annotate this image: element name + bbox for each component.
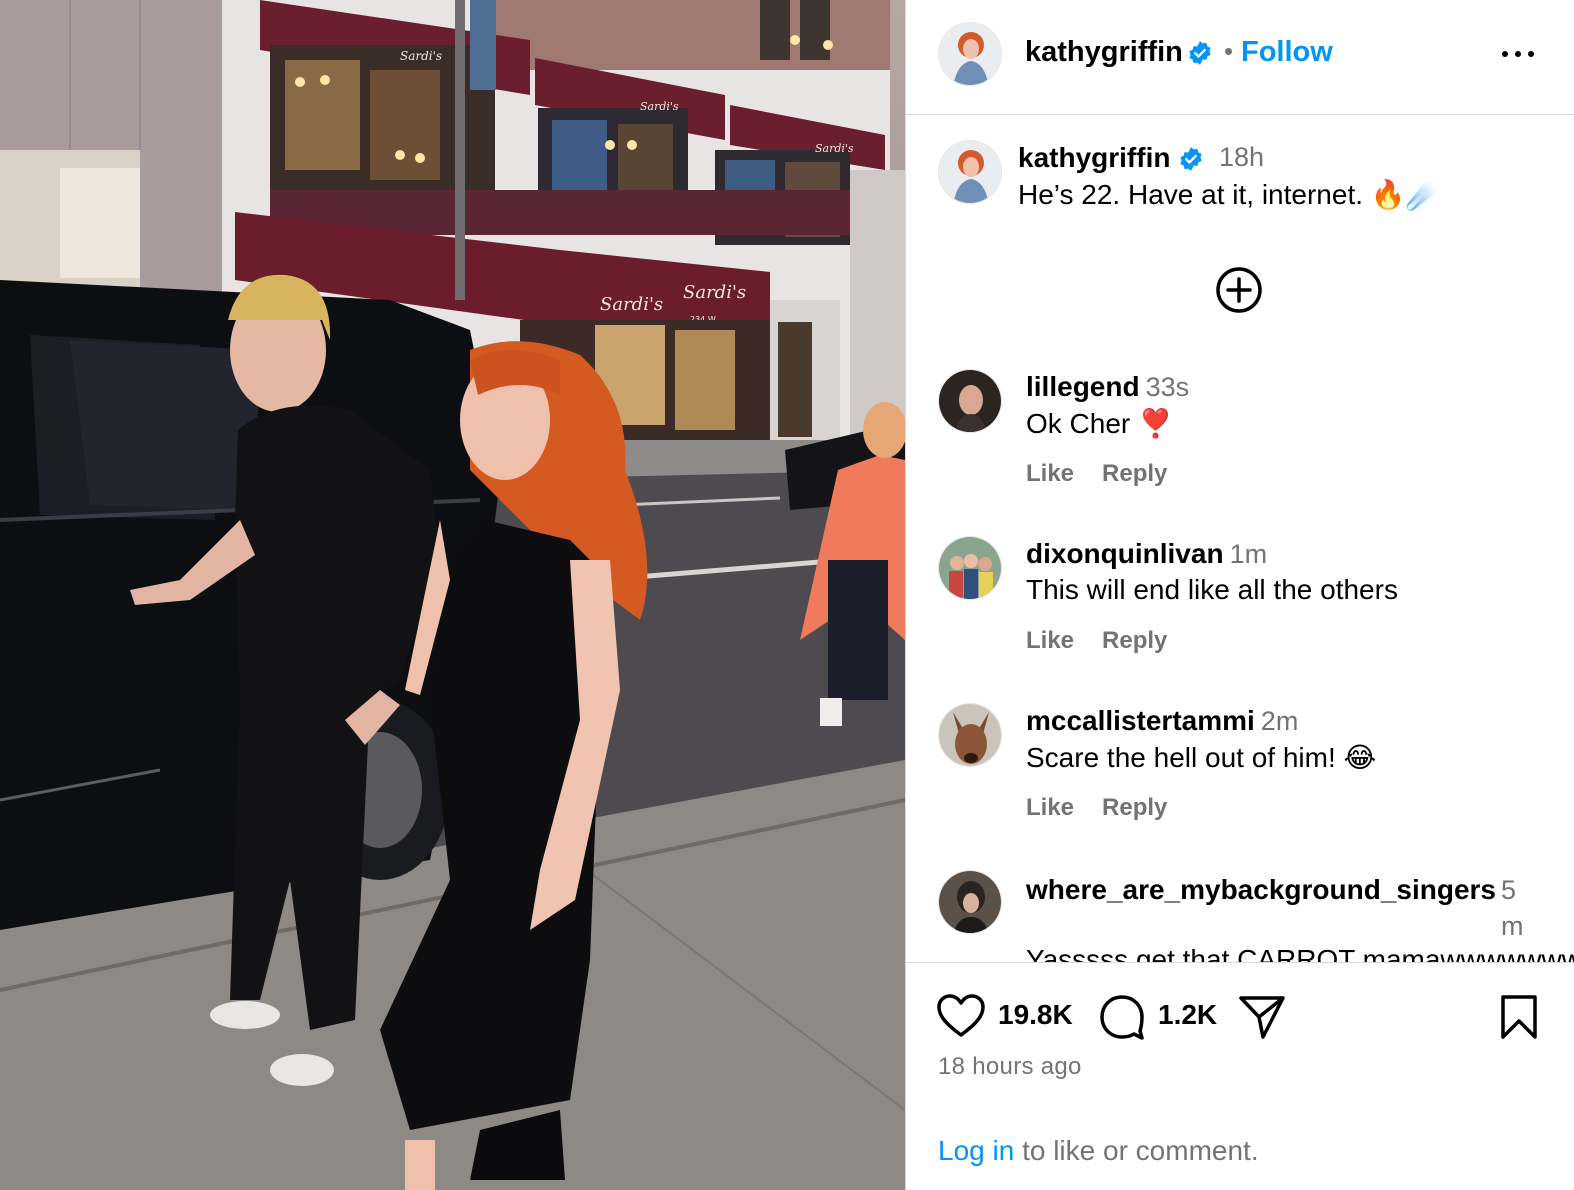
verified-badge-icon — [1187, 40, 1213, 71]
comment-timestamp[interactable]: 2m — [1261, 706, 1299, 736]
comment-text: Yasssss get that CARROT mamawwwwwww!!! — [1026, 944, 1574, 962]
caption-timestamp[interactable]: 18h — [1219, 142, 1264, 173]
comment-username[interactable]: lillegend — [1026, 371, 1140, 402]
post-timestamp[interactable]: 18 hours ago — [938, 1053, 1082, 1081]
login-prompt: Log in to like or comment. — [938, 1135, 1259, 1167]
comments-list[interactable]: kathygriffin 18h He’s 22. Have at it, in… — [906, 116, 1574, 962]
post-photo: Sardi's Sardi's Sardi's Sardi's Sardi's … — [0, 0, 905, 1190]
commenter-avatar[interactable] — [938, 536, 1002, 600]
commenter-avatar[interactable] — [938, 870, 1002, 934]
svg-text:Sardi's: Sardi's — [683, 282, 746, 303]
commenter-avatar[interactable] — [938, 703, 1002, 767]
comment-item: lillegend 33s Ok Cher ❣️ Like Reply — [906, 369, 1574, 536]
bookmark-icon[interactable] — [1498, 993, 1540, 1046]
comment-timestamp[interactable]: 33s — [1146, 372, 1190, 402]
comment-item: mccallistertammi 2m Scare the hell out of… — [906, 703, 1574, 870]
separator-dot: • — [1224, 36, 1234, 66]
svg-text:Sardi's: Sardi's — [815, 142, 854, 155]
post-actions: 19.8K 1.2K 18 hours ago Log in to like o… — [906, 962, 1574, 1190]
comment-timestamp[interactable]: 1m — [1230, 539, 1268, 569]
verified-badge-icon — [1178, 146, 1204, 177]
caption-username[interactable]: kathygriffin — [1018, 142, 1170, 174]
commenter-avatar[interactable] — [938, 369, 1002, 433]
comment-item: dixonquinlivan 1m This will end like all … — [906, 536, 1574, 703]
caption-avatar[interactable] — [938, 140, 1002, 204]
share-paper-plane-icon[interactable] — [1238, 993, 1286, 1046]
comment-like-button[interactable]: Like — [1026, 794, 1074, 821]
author-username[interactable]: kathygriffin — [1025, 36, 1183, 69]
heart-icon[interactable] — [936, 993, 986, 1044]
more-options-icon[interactable] — [1498, 38, 1538, 68]
comment-like-button[interactable]: Like — [1026, 627, 1074, 654]
post-header: kathygriffin • Follow — [906, 0, 1574, 115]
comment-bubble-icon[interactable] — [1098, 993, 1146, 1046]
comment-reply-button[interactable]: Reply — [1102, 627, 1167, 654]
comment-username[interactable]: dixonquinlivan — [1026, 538, 1224, 569]
like-count[interactable]: 19.8K — [998, 999, 1073, 1031]
street-scene-image: Sardi's Sardi's Sardi's Sardi's Sardi's … — [0, 0, 905, 1190]
comment-text: Ok Cher ❣️ — [1026, 408, 1173, 439]
comment-text: Scare the hell out of him! 😂 — [1026, 742, 1377, 773]
add-circle-icon[interactable] — [1215, 266, 1263, 314]
comment-text: This will end like all the others — [1026, 574, 1398, 605]
comment-count[interactable]: 1.2K — [1158, 999, 1217, 1031]
svg-text:Sardi's: Sardi's — [400, 49, 442, 63]
svg-text:Sardi's: Sardi's — [640, 100, 679, 113]
post-side-panel: kathygriffin • Follow kathygriffin 18h H… — [905, 0, 1574, 1190]
login-prompt-text: to like or comment. — [1014, 1135, 1259, 1166]
author-avatar[interactable] — [938, 22, 1002, 86]
comment-username[interactable]: where_are_mybackground_singers — [1026, 872, 1496, 908]
caption-text: He’s 22. Have at it, internet. 🔥☄️ — [1018, 179, 1441, 210]
comment-reply-button[interactable]: Reply — [1102, 460, 1167, 487]
follow-button[interactable]: Follow — [1241, 36, 1333, 69]
comment-username[interactable]: mccallistertammi — [1026, 705, 1255, 736]
comment-reply-button[interactable]: Reply — [1102, 794, 1167, 821]
comment-like-button[interactable]: Like — [1026, 460, 1074, 487]
login-link[interactable]: Log in — [938, 1135, 1014, 1166]
svg-text:Sardi's: Sardi's — [600, 294, 663, 315]
comment-timestamp[interactable]: 5m — [1501, 872, 1531, 944]
comment-item: where_are_mybackground_singers 5m Yassss… — [906, 870, 1574, 962]
